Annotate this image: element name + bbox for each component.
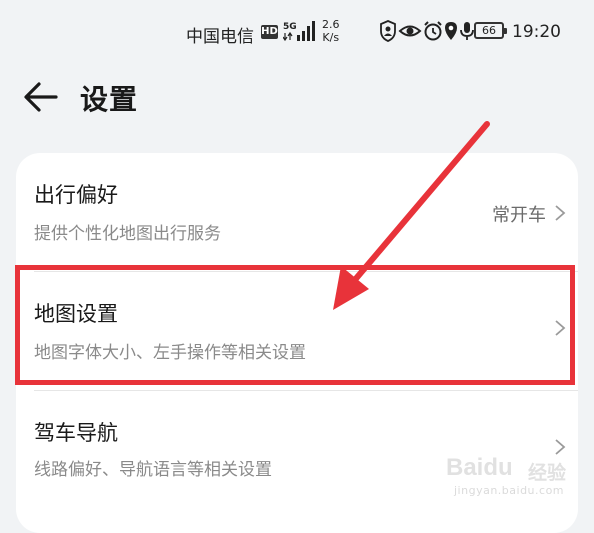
settings-item-subtitle: 线路偏好、导航语言等相关设置 (34, 460, 272, 480)
network-speed: 2.6 K/s (322, 18, 340, 44)
settings-item-subtitle: 地图字体大小、左手操作等相关设置 (34, 343, 306, 363)
alarm-icon (424, 21, 442, 41)
settings-item-value: 常开车 (492, 205, 546, 226)
watermark-brand: Baidu (446, 454, 513, 481)
network-type-label: 5G (283, 22, 297, 32)
back-arrow-icon[interactable] (22, 78, 60, 116)
page-title: 设置 (80, 83, 139, 116)
eye-icon (398, 25, 422, 37)
settings-item-title: 驾车导航 (34, 421, 118, 445)
carrier-label: 中国电信 (186, 27, 254, 47)
settings-item-map-settings[interactable]: 地图设置 地图字体大小、左手操作等相关设置 (16, 272, 578, 390)
signal-icon: 5G (283, 21, 315, 42)
clock: 19:20 (512, 22, 561, 42)
status-icons (380, 20, 474, 42)
settings-item-title: 地图设置 (34, 302, 118, 326)
speed-unit: K/s (322, 31, 340, 44)
chevron-right-icon (555, 320, 566, 336)
location-icon (445, 22, 457, 40)
watermark-url: jingyan.baidu.com (454, 484, 565, 497)
baidu-jingyan-watermark: Baidu 经验 jingyan.baidu.com (446, 452, 576, 502)
settings-item-subtitle: 提供个性化地图出行服务 (34, 224, 221, 244)
app-header: 设置 (0, 70, 594, 126)
microphone-icon (460, 22, 474, 40)
speed-value: 2.6 (322, 18, 340, 31)
hd-badge: HD (261, 25, 278, 39)
status-bar: 中国电信 HD 5G 2.6 K/s 66 19:20 (0, 0, 594, 64)
settings-item-travel-preference[interactable]: 出行偏好 提供个性化地图出行服务 常开车 (16, 153, 578, 271)
settings-item-title: 出行偏好 (34, 183, 118, 207)
watermark-brand-cn: 经验 (528, 462, 567, 484)
user-shield-icon (380, 20, 396, 42)
battery-indicator: 66 (474, 22, 507, 39)
chevron-right-icon (555, 205, 566, 221)
